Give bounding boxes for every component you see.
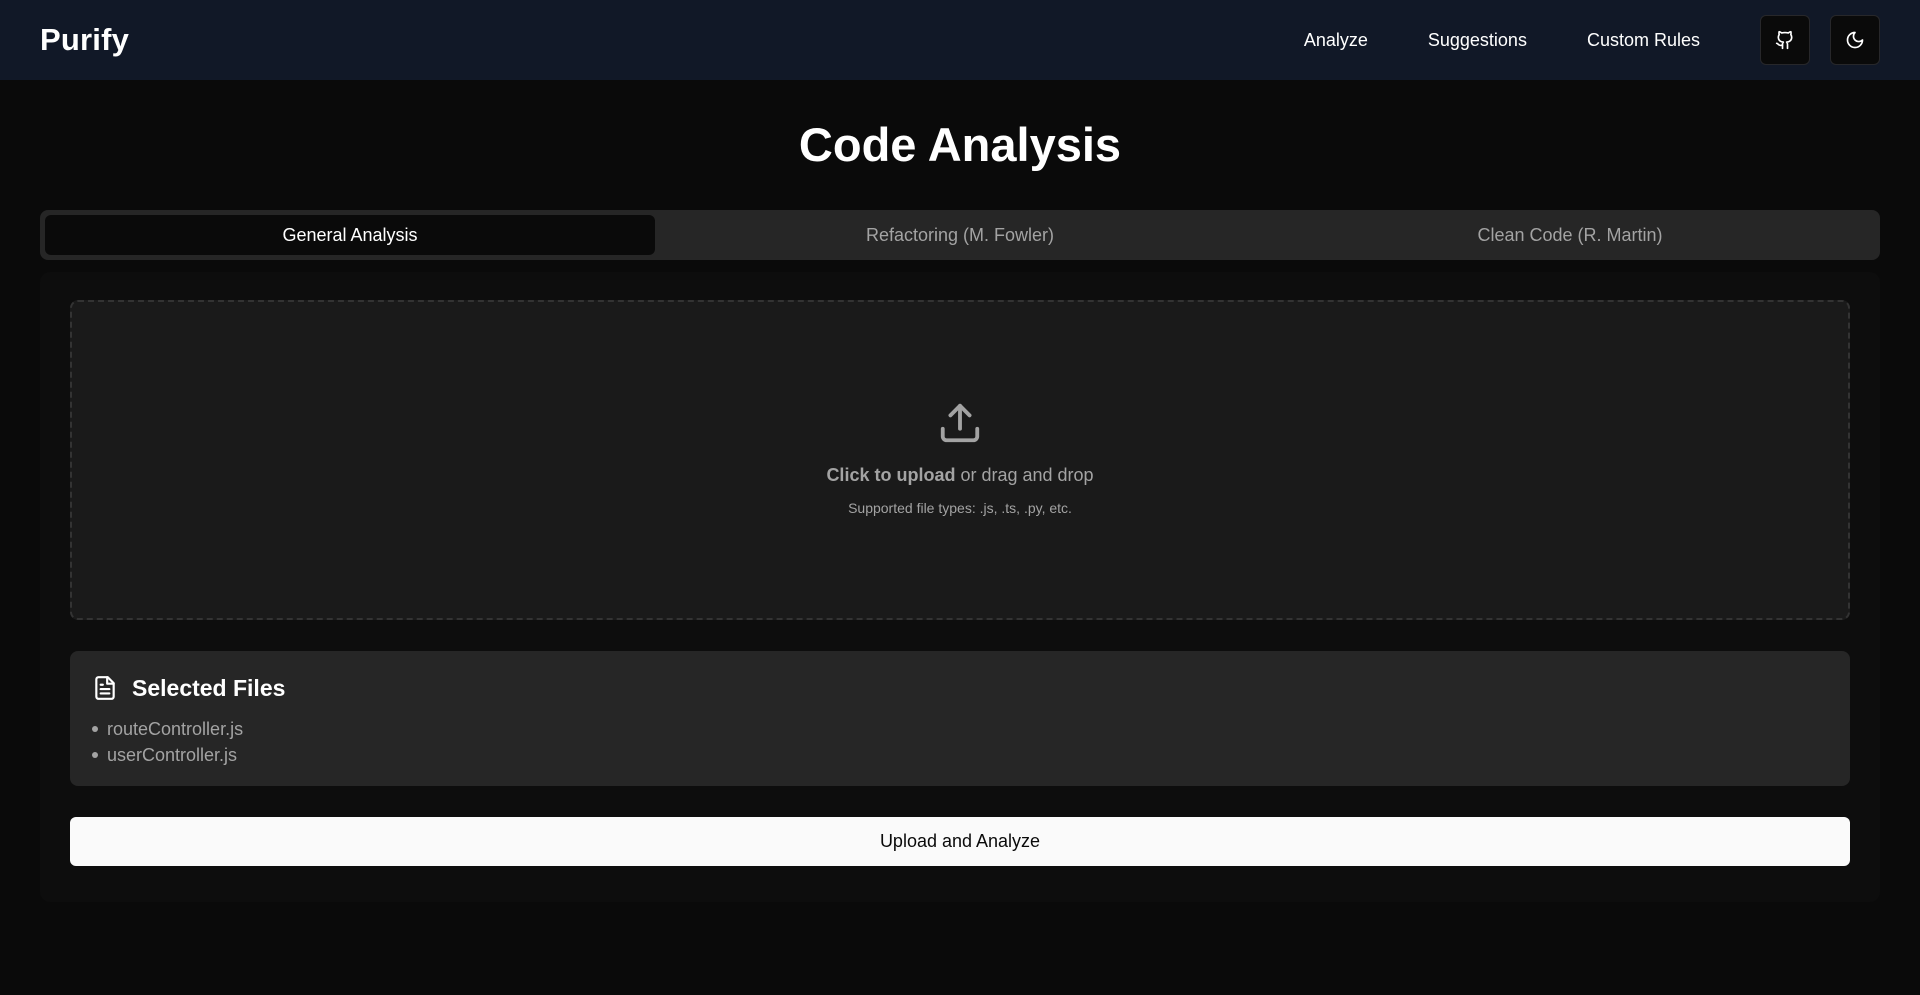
- nav-link-custom-rules[interactable]: Custom Rules: [1587, 30, 1700, 51]
- page-title: Code Analysis: [798, 118, 1122, 171]
- tab-general-analysis[interactable]: General Analysis: [45, 215, 655, 255]
- tab-refactoring[interactable]: Refactoring (M. Fowler): [655, 215, 1265, 255]
- upload-cta[interactable]: Click to upload: [826, 465, 955, 485]
- upload-cta-rest: or drag and drop: [955, 465, 1094, 485]
- upload-instruction: Click to upload or drag and drop: [0, 465, 1920, 486]
- file-text-icon: [95, 676, 115, 700]
- github-icon: [1775, 30, 1793, 50]
- selected-files-list: routeController.js userController.js: [92, 716, 243, 768]
- tab-clean-code[interactable]: Clean Code (R. Martin): [1265, 215, 1875, 255]
- brand-logo[interactable]: Purify: [40, 22, 129, 58]
- nav-links: Analyze Suggestions Custom Rules: [1304, 15, 1880, 65]
- nav-link-suggestions[interactable]: Suggestions: [1428, 30, 1527, 51]
- list-item: userController.js: [92, 742, 243, 768]
- theme-toggle-button[interactable]: [1830, 15, 1880, 65]
- moon-icon: [1846, 31, 1864, 49]
- github-button[interactable]: [1760, 15, 1810, 65]
- selected-files-panel: [70, 651, 1850, 786]
- supported-types-hint: Supported file types: .js, .ts, .py, etc…: [848, 500, 1072, 516]
- upload-and-analyze-button[interactable]: Upload and Analyze: [70, 817, 1850, 866]
- selected-files-title: Selected Files: [132, 674, 286, 701]
- analysis-tabs: General Analysis Refactoring (M. Fowler)…: [40, 210, 1880, 260]
- list-item: routeController.js: [92, 716, 243, 742]
- nav-link-analyze[interactable]: Analyze: [1304, 30, 1368, 51]
- upload-icon: [940, 403, 980, 443]
- selected-files-header: Selected Files: [92, 673, 285, 703]
- file-dropzone[interactable]: [70, 300, 1850, 620]
- navbar: Purify Analyze Suggestions Custom Rules: [0, 0, 1920, 80]
